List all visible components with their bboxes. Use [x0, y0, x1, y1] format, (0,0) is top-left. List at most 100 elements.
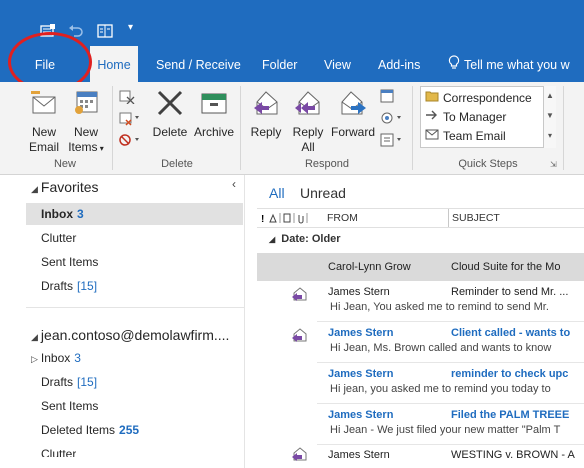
folder-inbox[interactable]: ▷ Inbox 3 [31, 347, 81, 369]
group-label-quick-steps: Quick Steps [458, 158, 518, 170]
unread-count: 255 [119, 423, 140, 437]
folder-label: Clutter [41, 231, 77, 245]
archive-button[interactable]: Archive [193, 88, 235, 140]
lightbulb-icon [448, 47, 460, 85]
section-divider [26, 307, 244, 308]
quick-step-label: Team Email [443, 129, 506, 143]
touch-mode-icon[interactable] [97, 24, 113, 38]
message-row[interactable]: James Stern reminder to check upc Hi jea… [257, 363, 584, 403]
folder-deleted-items[interactable]: Deleted Items 255 [41, 419, 139, 441]
delete-x-icon [150, 88, 190, 122]
folder-fav-inbox[interactable]: Inbox 3 [26, 203, 243, 225]
group-label-new: New [53, 158, 76, 170]
send-receive-all-icon[interactable] [40, 24, 56, 38]
message-subject: Reminder to send Mr. ... [451, 286, 569, 298]
meeting-icon[interactable] [380, 88, 400, 107]
quick-step-label: To Manager [443, 110, 507, 124]
forward-icon [330, 88, 376, 122]
draft-count: [15] [77, 279, 98, 293]
account-header[interactable]: ◢ jean.contoso@demolawfirm.... [31, 327, 229, 343]
undo-icon[interactable] [68, 24, 84, 38]
reply-button[interactable]: Reply [246, 88, 286, 140]
expand-gallery-icon[interactable]: ▾ [544, 126, 556, 146]
dialog-launcher-icon[interactable]: ⇲ [550, 160, 557, 169]
more-respond-icon[interactable] [380, 132, 404, 151]
message-preview: Hi jean, you asked me to remind you toda… [330, 383, 551, 395]
unread-count: 3 [77, 207, 84, 221]
collapse-pane-chevron-icon[interactable]: ‹ [232, 177, 236, 191]
message-from: James Stern [328, 286, 390, 298]
folder-pane: ◢ Favorites Inbox 3 Clutter Sent Items Dra… [0, 175, 244, 468]
message-row[interactable]: James Stern Filed the PALM TREEE Hi Jean… [257, 404, 584, 444]
svg-text:!: ! [261, 214, 264, 224]
tab-view[interactable]: View [324, 46, 351, 82]
group-header[interactable]: ◢ Date: Older [269, 233, 341, 245]
message-row[interactable]: James Stern Reminder to send Mr. ... Hi … [257, 281, 584, 321]
message-row[interactable]: Carol-Lynn Grow Cloud Suite for the Mo [257, 253, 584, 281]
quick-step-to-manager[interactable]: To Manager [425, 108, 506, 127]
message-from: James Stern [328, 449, 390, 461]
column-icons[interactable]: ! [260, 209, 324, 227]
folder-drafts[interactable]: Drafts [15] [41, 371, 97, 393]
new-email-icon [26, 88, 62, 122]
reply-all-icon [288, 88, 328, 122]
folder-label: Clutter [41, 447, 77, 457]
folder-label: Sent Items [41, 255, 99, 269]
folder-clutter[interactable]: Clutter [41, 443, 76, 457]
mail-icon [425, 127, 439, 146]
reply-all-label-1: Reply [292, 125, 324, 139]
folder-label: Deleted Items [41, 423, 116, 437]
folder-label: Inbox [40, 351, 71, 365]
folder-sent-items[interactable]: Sent Items [41, 395, 98, 417]
tell-me-search[interactable]: Tell me what you w [448, 46, 570, 82]
new-items-dropdown-icon: ▾ [97, 144, 104, 153]
scroll-down-icon[interactable]: ▼ [544, 106, 556, 126]
replied-icon [291, 328, 309, 345]
filter-all[interactable]: All [269, 185, 285, 201]
expand-caret-icon[interactable]: ▷ [31, 354, 38, 364]
folder-fav-clutter[interactable]: Clutter [41, 227, 76, 249]
message-row[interactable]: James Stern Client called - wants to Hi … [257, 322, 584, 362]
folder-fav-drafts[interactable]: Drafts [15] [41, 275, 97, 297]
group-separator [240, 86, 241, 170]
filter-unread[interactable]: Unread [300, 185, 346, 201]
message-subject: reminder to check upc [451, 368, 569, 380]
archive-label: Archive [193, 125, 234, 139]
message-list: All Unread ! FROM SUBJECT ◢ Date: Older … [245, 175, 584, 468]
favorites-header[interactable]: ◢ Favorites [31, 179, 99, 195]
column-subject[interactable]: SUBJECT [448, 209, 500, 227]
im-reply-icon[interactable] [380, 110, 404, 129]
message-preview: Hi Jean - We just filed your new matter … [330, 424, 561, 436]
column-from[interactable]: FROM [327, 209, 358, 227]
clean-up-icon[interactable] [118, 110, 140, 129]
group-separator [112, 86, 113, 170]
quick-step-correspondence[interactable]: Correspondence [425, 89, 532, 108]
new-email-label-1: New [31, 125, 56, 139]
quick-step-team-email[interactable]: Team Email [425, 127, 506, 146]
message-from: Carol-Lynn Grow [328, 261, 411, 273]
message-row[interactable]: James Stern WESTING v. BROWN - A [257, 445, 584, 468]
tab-file[interactable]: File [0, 46, 90, 82]
customize-qat-icon[interactable]: ▾ [128, 22, 144, 36]
forward-label: Forward [330, 125, 375, 139]
tab-folder[interactable]: Folder [262, 46, 297, 82]
forward-button[interactable]: Forward [330, 88, 376, 140]
scroll-up-icon[interactable]: ▲ [544, 86, 556, 106]
reply-label: Reply [250, 125, 282, 139]
new-email-label-2: Email [28, 140, 59, 154]
junk-icon[interactable] [118, 132, 140, 151]
ignore-icon[interactable] [118, 88, 136, 107]
new-items-button[interactable]: New Items ▾ [66, 88, 106, 156]
group-label-respond: Respond [304, 158, 350, 170]
tab-home[interactable]: Home [90, 46, 138, 82]
collapse-caret-icon: ◢ [31, 184, 38, 194]
quick-steps-scroller[interactable]: ▲ ▼ ▾ [543, 86, 556, 148]
folder-fav-sent-items[interactable]: Sent Items [41, 251, 98, 273]
delete-button[interactable]: Delete [150, 88, 190, 140]
tab-send-receive[interactable]: Send / Receive [156, 46, 241, 82]
new-email-button[interactable]: New Email [26, 88, 62, 155]
reply-all-button[interactable]: Reply All [288, 88, 328, 155]
title-bar: ▾ [0, 0, 584, 46]
column-header: ! FROM SUBJECT [257, 208, 584, 228]
tab-addins[interactable]: Add-ins [378, 46, 420, 82]
